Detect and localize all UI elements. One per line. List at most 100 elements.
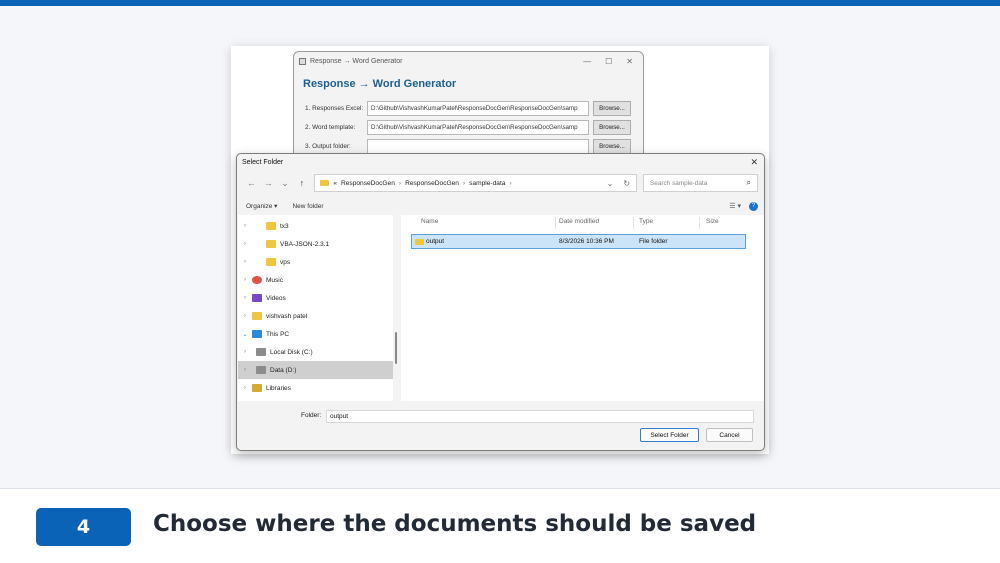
search-placeholder: Search sample-data bbox=[650, 179, 708, 187]
expand-chevron-icon[interactable]: › bbox=[238, 259, 252, 265]
expand-chevron-icon[interactable]: › bbox=[238, 241, 252, 247]
minimize-icon[interactable]: — bbox=[583, 57, 591, 66]
folder-name-input[interactable]: output bbox=[326, 410, 754, 423]
collapse-chevron-icon[interactable]: ⌄ bbox=[238, 331, 252, 338]
folder-icon bbox=[252, 312, 262, 320]
step-caption: Choose where the documents should be sav… bbox=[153, 511, 757, 537]
word-template-field[interactable]: D:\Github\VishvashKumarPatel\ResponseDoc… bbox=[367, 120, 589, 135]
dialog-title: Select Folder bbox=[242, 158, 284, 166]
file-row[interactable]: output 8/3/2026 10:36 PM File folder bbox=[411, 234, 746, 249]
select-folder-button[interactable]: Select Folder bbox=[640, 428, 699, 442]
maximize-icon[interactable]: ☐ bbox=[605, 57, 612, 66]
app-titlebar: Response → Word Generator — ☐ ✕ bbox=[294, 52, 643, 70]
music-icon bbox=[252, 276, 262, 284]
folder-icon bbox=[266, 258, 276, 266]
nav-item-label: Music bbox=[266, 276, 283, 284]
address-bar[interactable]: « ResponseDocGen › ResponseDocGen › samp… bbox=[314, 174, 638, 192]
folder-icon bbox=[266, 240, 276, 248]
video-icon bbox=[252, 294, 262, 302]
navigation-scrollbar[interactable] bbox=[395, 332, 397, 364]
help-icon[interactable]: ? bbox=[749, 201, 758, 211]
responses-excel-browse-button[interactable]: Browse... bbox=[593, 101, 631, 116]
breadcrumb-item[interactable]: ResponseDocGen bbox=[341, 180, 395, 187]
output-folder-label: 3. Output folder: bbox=[305, 143, 351, 150]
recent-chevron-icon[interactable]: ⌄ bbox=[277, 178, 294, 189]
file-name: output bbox=[426, 238, 445, 245]
expand-chevron-icon[interactable]: › bbox=[238, 313, 252, 319]
nav-item-libraries[interactable]: › Libraries bbox=[238, 379, 393, 397]
nav-item-vishvash-patel[interactable]: › vishvash patel bbox=[238, 307, 393, 325]
nav-item-this-pc[interactable]: ⌄ This PC bbox=[238, 325, 393, 343]
organize-button[interactable]: Organize ▾ bbox=[246, 202, 277, 210]
folder-icon bbox=[266, 222, 276, 230]
nav-item-music[interactable]: › Music bbox=[238, 271, 393, 289]
nav-item-label: vishvash patel bbox=[266, 312, 308, 320]
expand-chevron-icon[interactable]: › bbox=[238, 349, 252, 355]
nav-item-videos[interactable]: › Videos bbox=[238, 289, 393, 307]
step-number-badge: 4 bbox=[36, 508, 131, 546]
output-folder-browse-button[interactable]: Browse... bbox=[593, 139, 631, 154]
expand-chevron-icon[interactable]: › bbox=[238, 367, 252, 373]
folder-name-row: Folder: output bbox=[237, 408, 764, 424]
dialog-close-icon[interactable]: ✕ bbox=[750, 157, 758, 168]
word-template-browse-button[interactable]: Browse... bbox=[593, 120, 631, 135]
new-folder-button[interactable]: New folder bbox=[292, 203, 323, 210]
column-divider[interactable] bbox=[555, 217, 556, 229]
step-footer: 4 Choose where the documents should be s… bbox=[0, 488, 1000, 563]
dialog-titlebar: Select Folder ✕ bbox=[237, 154, 764, 170]
forward-arrow-icon[interactable]: → bbox=[260, 178, 277, 188]
folder-icon bbox=[320, 180, 330, 186]
nav-item-local-disk[interactable]: › Local Disk (C:) bbox=[238, 343, 393, 361]
responses-excel-label: 1. Responses Excel: bbox=[305, 105, 364, 112]
column-header-date[interactable]: Date modified bbox=[559, 218, 599, 225]
expand-chevron-icon[interactable]: › bbox=[238, 385, 252, 391]
close-icon[interactable]: ✕ bbox=[626, 57, 633, 66]
screenshot-frame: Response → Word Generator — ☐ ✕ Response… bbox=[231, 46, 769, 454]
file-date: 8/3/2026 10:36 PM bbox=[559, 238, 614, 245]
responses-excel-field[interactable]: D:\Github\VishvashKumarPatel\ResponseDoc… bbox=[367, 101, 589, 116]
search-input[interactable]: Search sample-data ⌕ bbox=[643, 174, 758, 192]
expand-chevron-icon[interactable]: › bbox=[238, 277, 252, 283]
file-type: File folder bbox=[639, 238, 668, 245]
breadcrumb-item[interactable]: sample-data bbox=[469, 180, 505, 187]
nav-item-tx3[interactable]: › tx3 bbox=[238, 217, 393, 235]
breadcrumb-separator-icon: › bbox=[509, 179, 512, 187]
breadcrumb-separator-icon: › bbox=[398, 179, 402, 187]
up-arrow-icon[interactable]: ↑ bbox=[293, 178, 310, 188]
nav-item-label: vps bbox=[280, 258, 291, 266]
output-folder-field[interactable] bbox=[367, 139, 589, 154]
nav-item-label: VBA-JSON-2.3.1 bbox=[280, 240, 330, 248]
column-divider[interactable] bbox=[699, 217, 700, 229]
breadcrumb-item[interactable]: ResponseDocGen bbox=[405, 180, 459, 187]
app-window-title: Response → Word Generator bbox=[310, 57, 403, 65]
nav-item-label: Data (D:) bbox=[270, 366, 297, 374]
column-header-type[interactable]: Type bbox=[639, 218, 653, 225]
disk-icon bbox=[256, 366, 266, 374]
navigation-pane: › tx3 › VBA-JSON-2.3.1 › vps › Music › V… bbox=[238, 215, 393, 401]
app-icon bbox=[299, 57, 306, 65]
back-arrow-icon[interactable]: ← bbox=[243, 178, 260, 188]
column-header-size[interactable]: Size bbox=[706, 218, 719, 225]
refresh-icon[interactable]: ↻ bbox=[623, 179, 630, 188]
expand-chevron-icon[interactable]: › bbox=[238, 295, 252, 301]
nav-item-label: Local Disk (C:) bbox=[270, 348, 313, 356]
window-controls: — ☐ ✕ bbox=[583, 57, 643, 66]
nav-item-data-d[interactable]: › Data (D:) bbox=[238, 361, 393, 379]
disk-icon bbox=[256, 348, 266, 356]
address-row: ← → ⌄ ↑ « ResponseDocGen › ResponseDocGe… bbox=[237, 170, 764, 196]
expand-chevron-icon[interactable]: › bbox=[238, 223, 252, 229]
nav-item-label: Videos bbox=[266, 294, 286, 302]
computer-icon bbox=[252, 330, 262, 338]
address-dropdown-icon[interactable]: ⌄ bbox=[607, 179, 614, 188]
column-header-name[interactable]: Name bbox=[421, 218, 438, 225]
nav-item-vba-json[interactable]: › VBA-JSON-2.3.1 bbox=[238, 235, 393, 253]
nav-item-vps[interactable]: › vps bbox=[238, 253, 393, 271]
column-divider[interactable] bbox=[633, 217, 634, 229]
library-icon bbox=[252, 384, 262, 392]
select-folder-dialog: Select Folder ✕ ← → ⌄ ↑ « ResponseDocGen… bbox=[236, 153, 765, 451]
cancel-button[interactable]: Cancel bbox=[706, 428, 753, 442]
breadcrumb-overflow[interactable]: « bbox=[333, 180, 337, 187]
nav-item-label: Libraries bbox=[266, 384, 291, 392]
folder-label: Folder: bbox=[301, 412, 322, 419]
view-options-icon[interactable]: ☰ ▾ bbox=[729, 202, 741, 210]
